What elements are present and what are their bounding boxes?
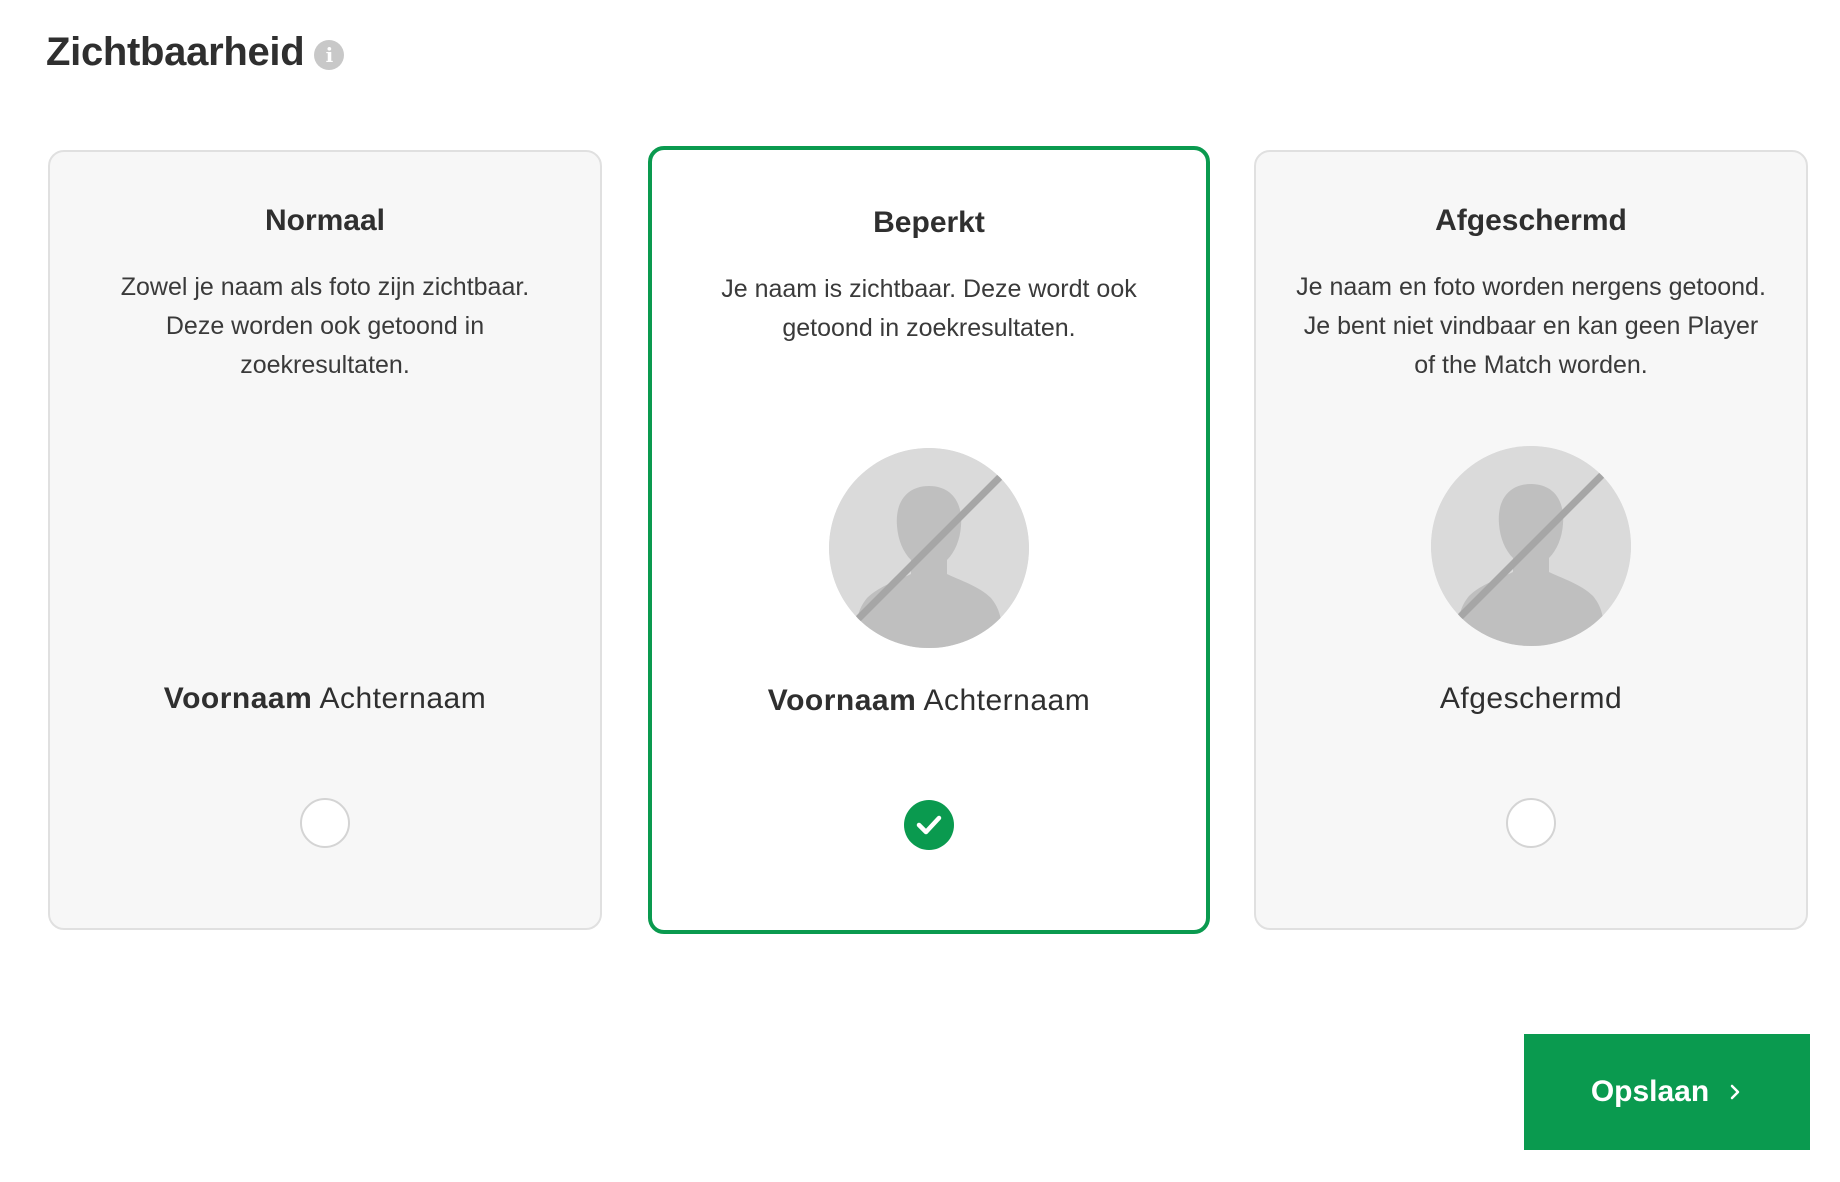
name-preview-last: Achternaam <box>923 684 1091 717</box>
option-description: Je naam en foto worden nergens getoond. … <box>1296 273 1766 379</box>
visibility-settings-page: Zichtbaarheid i Normaal Zowel je naam al… <box>0 0 1840 1182</box>
option-title: Beperkt <box>873 206 985 239</box>
page-header: Zichtbaarheid i <box>46 30 345 75</box>
option-card-beperkt[interactable]: Beperkt Je naam is zichtbaar. Deze wordt… <box>648 146 1210 934</box>
name-preview: Afgeschermd <box>1256 682 1806 716</box>
option-description: Zowel je naam als foto zijn zichtbaar. D… <box>120 273 530 379</box>
hidden-photo-icon <box>1431 446 1631 646</box>
save-button-label: Opslaan <box>1590 1075 1710 1108</box>
option-title: Afgeschermd <box>1435 204 1627 237</box>
name-preview: Voornaam Achternaam <box>50 682 600 716</box>
option-description: Je naam is zichtbaar. Deze wordt ook get… <box>721 275 1137 342</box>
name-preview-first: Voornaam <box>767 684 917 717</box>
hidden-photo-icon <box>829 448 1029 648</box>
name-preview-first: Voornaam <box>163 682 313 715</box>
page-title: Zichtbaarheid <box>46 30 305 74</box>
option-card-normaal[interactable]: Normaal Zowel je naam als foto zijn zich… <box>48 150 602 930</box>
checkmark-icon <box>916 815 942 835</box>
radio-button-beperkt[interactable] <box>904 800 954 850</box>
radio-button-afgeschermd[interactable] <box>1506 798 1556 848</box>
name-preview-last: Achternaam <box>319 682 487 715</box>
info-icon[interactable]: i <box>314 39 345 70</box>
option-card-afgeschermd[interactable]: Afgeschermd Je naam en foto worden nerge… <box>1254 150 1808 930</box>
name-preview: Voornaam Achternaam <box>652 684 1206 718</box>
save-button[interactable]: Opslaan <box>1524 1034 1810 1150</box>
name-preview-plain: Afgeschermd <box>1439 682 1623 715</box>
chevron-right-icon <box>1730 1084 1740 1100</box>
option-title: Normaal <box>264 204 386 237</box>
radio-button-normaal[interactable] <box>300 798 350 848</box>
